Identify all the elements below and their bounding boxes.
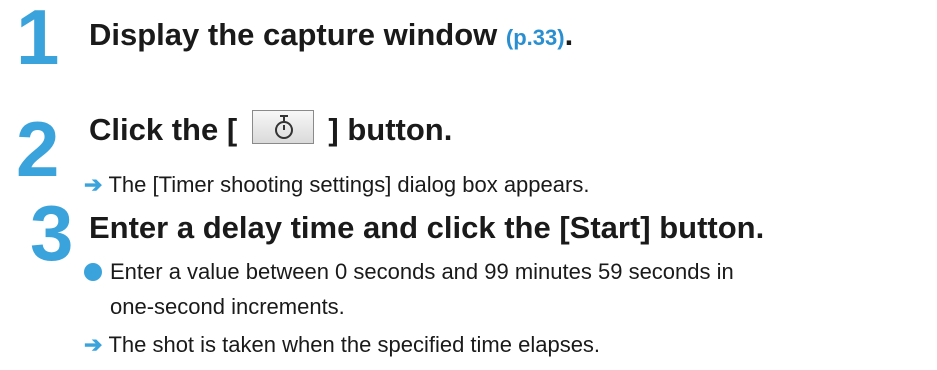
step-title-after: ] button.: [328, 112, 453, 147]
bullet-dot-icon: [84, 263, 102, 281]
step-title-text: Display the capture window: [89, 17, 498, 52]
timer-icon: [274, 114, 293, 139]
result-text: The shot is taken when the specified tim…: [108, 332, 601, 357]
timer-button: [251, 109, 314, 144]
step-result: ➔ The shot is taken when the specified ti…: [84, 334, 600, 356]
step-title: Enter a delay time and click the [Start]…: [89, 210, 765, 245]
page-reference-link[interactable]: (p.33): [506, 25, 565, 50]
step-number: 2: [16, 105, 59, 193]
step-title: Click the [ ] button.: [89, 109, 453, 147]
step-title-suffix: .: [564, 17, 574, 52]
step-number: 1: [16, 0, 59, 81]
result-text: The [Timer shooting settings] dialog box…: [108, 172, 590, 197]
bullet-item: Enter a value between 0 seconds and 99 m…: [84, 261, 734, 283]
result-arrow-icon: ➔: [84, 332, 103, 357]
step-title-before: Click the [: [89, 112, 238, 147]
bullet-item-continuation: one-second increments.: [110, 294, 345, 319]
manual-page: { "steps": [ { "number": "1", "title": "…: [0, 0, 937, 370]
step-number: 3: [30, 189, 73, 277]
step-result: ➔ The [Timer shooting settings] dialog bo…: [84, 174, 589, 196]
bullet-text: Enter a value between 0 seconds and 99 m…: [110, 259, 734, 284]
result-arrow-icon: ➔: [84, 172, 103, 197]
step-title: Display the capture window (p.33).: [89, 19, 573, 50]
